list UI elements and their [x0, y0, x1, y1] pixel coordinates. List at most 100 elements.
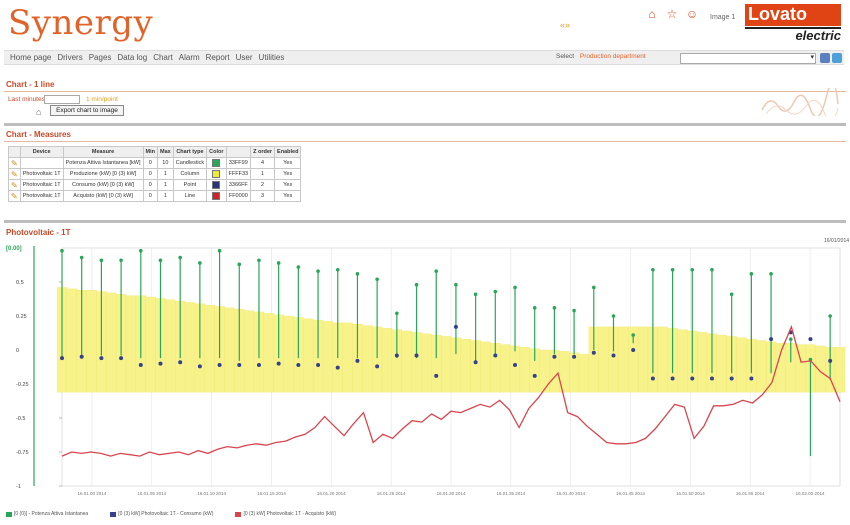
consumption-point — [493, 353, 498, 358]
column-bar — [342, 322, 353, 393]
consumption-point — [296, 362, 301, 367]
consumption-point — [60, 356, 64, 361]
y-tick-label: 0.25 — [16, 314, 27, 320]
column-bar — [224, 307, 235, 393]
candlestick-top-marker — [355, 272, 360, 276]
x-tick-label: 16.01.25 2014 — [377, 491, 406, 496]
column-bar — [795, 344, 806, 393]
candlestick-top-marker — [375, 277, 379, 282]
legend-label: [0 (0)] - Potenza Attiva Istantanea — [14, 511, 89, 517]
column-bar — [263, 313, 274, 393]
column-bar — [86, 290, 97, 393]
x-tick-label: 16.01.50 2014 — [676, 491, 705, 496]
column-bar — [480, 341, 491, 393]
column-bar — [441, 336, 452, 393]
column-bar — [322, 321, 333, 393]
consumption-point — [709, 376, 714, 381]
candlestick-top-marker — [178, 255, 182, 260]
column-bar — [598, 326, 609, 393]
consumption-point — [828, 358, 833, 363]
consumption-point — [79, 354, 84, 359]
column-bar — [716, 334, 727, 393]
candlestick-top-marker — [591, 285, 596, 290]
candlestick-top-marker — [395, 311, 399, 316]
consumption-point — [256, 362, 261, 367]
legend-item[interactable]: [0 (3) kW] Photovoltaic 1T - Consumo (kW… — [110, 511, 213, 517]
consumption-point — [217, 362, 222, 367]
y-tick-label: 0.5 — [16, 280, 24, 286]
column-bar — [125, 295, 137, 393]
column-bar — [618, 326, 629, 393]
candlestick-top-marker — [473, 292, 478, 297]
x-tick-label: 16.01.15 2014 — [257, 491, 286, 496]
consumption-point — [808, 337, 813, 342]
consumption-point — [572, 354, 577, 359]
candlestick-top-marker — [552, 306, 557, 310]
consumption-point — [414, 353, 419, 358]
candlestick-top-marker — [99, 258, 104, 263]
column-bar — [184, 302, 196, 393]
column-bar — [736, 337, 747, 393]
consumption-point — [197, 364, 202, 369]
chart-svg: 16.01.00 2014 16.01.05 2014 16.01.10 2014 1… — [6, 246, 846, 496]
candlestick-top-marker — [572, 308, 576, 313]
candlestick-top-marker — [237, 262, 242, 267]
y-tick-label: -0.25 — [16, 382, 29, 388]
candlestick-top-marker — [513, 285, 517, 290]
candlestick-top-marker — [493, 289, 498, 294]
column-bar — [204, 304, 215, 393]
candlestick-top-marker — [434, 269, 439, 273]
consumption-point — [375, 364, 380, 369]
column-bar — [539, 349, 550, 393]
x-tick-label: 16.01.05 2014 — [137, 491, 166, 496]
candlestick-top-marker — [257, 258, 261, 263]
column-bar — [362, 325, 373, 393]
candlestick-top-marker — [316, 269, 320, 273]
candlestick-top-marker — [296, 265, 301, 269]
y-tick-label: -1 — [16, 484, 21, 490]
column-bar — [637, 326, 649, 393]
legend-item[interactable]: [0 (0)] - Potenza Attiva Istantanea — [6, 511, 88, 517]
candlestick-top-marker — [828, 314, 832, 318]
consumption-point — [473, 360, 478, 365]
consumption-point — [552, 354, 557, 359]
column-bar — [303, 318, 314, 393]
column-bar — [66, 288, 77, 393]
consumption-point — [99, 356, 104, 361]
consumption-point — [138, 362, 143, 367]
consumption-point — [434, 373, 439, 378]
x-tick-label: 16.01.20 2014 — [317, 491, 346, 496]
column-bar — [815, 345, 826, 393]
candlestick-top-marker — [138, 248, 143, 253]
candlestick-top-marker — [769, 272, 773, 276]
candlestick-top-marker — [710, 267, 714, 272]
consumption-point — [394, 353, 399, 358]
consumption-point — [591, 350, 596, 355]
column-bar — [756, 340, 767, 393]
candlestick-top-marker — [60, 248, 64, 253]
column-bar — [401, 330, 412, 393]
y-tick-label: 0 — [16, 348, 19, 354]
candlestick-top-marker — [119, 258, 123, 263]
consumption-point — [650, 376, 655, 381]
legend-item[interactable]: [0 (3) kW] Photovoltaic 1T - Acquisto (k… — [235, 511, 336, 517]
x-tick-label: 16.01.30 2014 — [437, 491, 466, 496]
candlestick-top-marker — [690, 267, 695, 272]
consumption-point — [513, 362, 518, 367]
column-bar — [421, 333, 432, 393]
candlestick-top-marker — [729, 292, 734, 297]
column-bar — [106, 292, 117, 393]
consumption-point — [729, 376, 734, 381]
column-bar — [460, 338, 471, 393]
consumption-point — [453, 324, 458, 329]
legend-swatch — [110, 511, 117, 517]
consumption-point — [690, 376, 695, 381]
y-tick-label: -0.5 — [16, 416, 25, 422]
consumption-point — [335, 365, 340, 370]
column-bar — [509, 345, 521, 393]
legend-label: [0 (3) kW] Photovoltaic 1T - Consumo (kW… — [118, 511, 214, 517]
x-tick-label: 16.01.45 2014 — [616, 491, 645, 496]
consumption-point — [316, 362, 321, 367]
x-tick-label: 16.01.35 2014 — [496, 491, 525, 496]
candlestick-top-marker — [276, 261, 281, 265]
